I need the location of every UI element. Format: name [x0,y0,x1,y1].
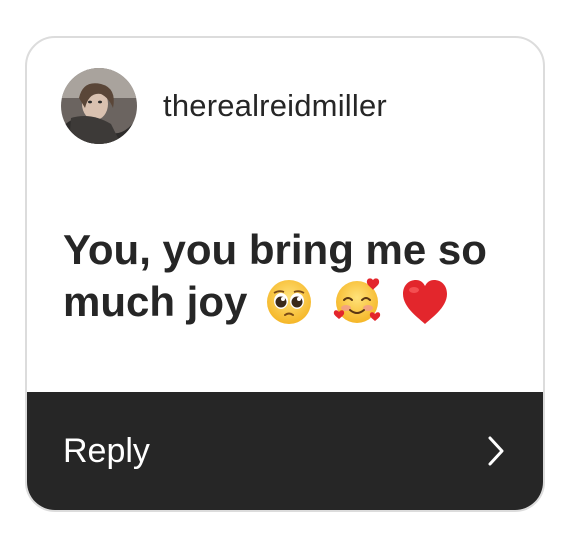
reply-button-label[interactable]: Reply [63,432,150,471]
username[interactable]: therealreidmiller [163,88,387,124]
chevron-right-icon[interactable] [487,435,505,467]
message-text-block: You, you bring me so much joy [63,224,533,328]
post-header: therealreidmiller [61,68,387,144]
story-reply-card: therealreidmiller You, you bring me so m… [25,36,545,512]
red-heart-emoji [400,278,450,326]
pleading-face-emoji [265,278,313,326]
reply-bar[interactable]: Reply [27,392,543,510]
avatar[interactable] [61,68,137,144]
smiling-face-with-hearts-emoji [331,276,383,326]
